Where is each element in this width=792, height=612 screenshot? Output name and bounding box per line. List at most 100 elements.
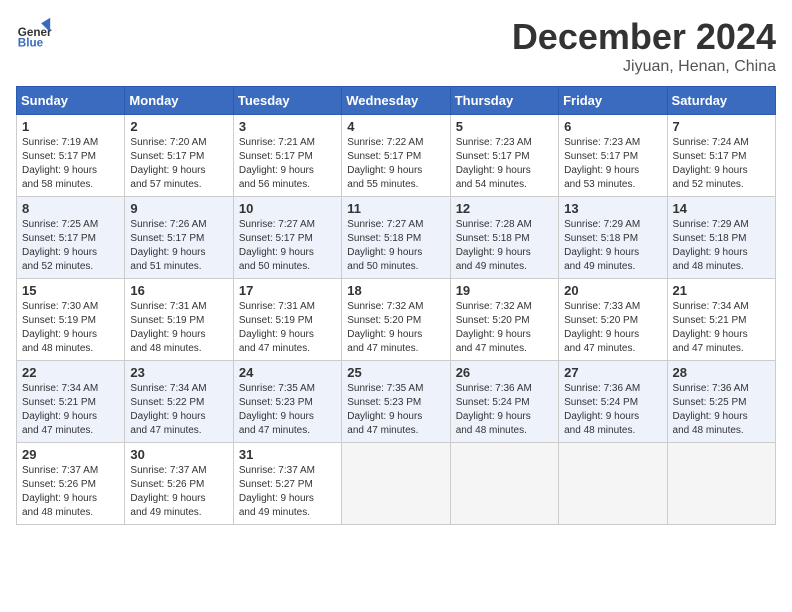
day-info: Sunrise: 7:36 AM Sunset: 5:25 PM Dayligh… bbox=[673, 382, 770, 438]
calendar-week-3: 15Sunrise: 7:30 AM Sunset: 5:19 PM Dayli… bbox=[17, 279, 776, 361]
day-number: 22 bbox=[22, 365, 119, 380]
day-number: 1 bbox=[22, 119, 119, 134]
day-info: Sunrise: 7:27 AM Sunset: 5:18 PM Dayligh… bbox=[347, 218, 444, 274]
calendar-week-5: 29 Sunrise: 7:37 AM Sunset: 5:26 PM Dayli… bbox=[17, 443, 776, 525]
day-number: 18 bbox=[347, 283, 444, 298]
calendar-cell bbox=[667, 443, 775, 525]
day-info: Sunrise: 7:33 AM Sunset: 5:20 PM Dayligh… bbox=[564, 300, 661, 356]
day-info: Sunrise: 7:29 AM Sunset: 5:18 PM Dayligh… bbox=[673, 218, 770, 274]
day-number: 28 bbox=[673, 365, 770, 380]
weekday-header-sunday: Sunday bbox=[17, 87, 125, 115]
day-info: Sunrise: 7:28 AM Sunset: 5:18 PM Dayligh… bbox=[456, 218, 553, 274]
calendar-cell: 12 Sunrise: 7:28 AM Sunset: 5:18 PM Dayli… bbox=[450, 197, 558, 279]
weekday-header-thursday: Thursday bbox=[450, 87, 558, 115]
weekday-header-wednesday: Wednesday bbox=[342, 87, 450, 115]
day-number: 23 bbox=[130, 365, 227, 380]
day-number: 5 bbox=[456, 119, 553, 134]
day-info: Sunrise: 7:23 AM Sunset: 5:17 PM Dayligh… bbox=[564, 136, 661, 192]
calendar-cell bbox=[342, 443, 450, 525]
calendar-cell: 16 Sunrise: 7:31 AM Sunset: 5:19 PM Dayli… bbox=[125, 279, 233, 361]
day-number: 19 bbox=[456, 283, 553, 298]
calendar-cell: 21 Sunrise: 7:34 AM Sunset: 5:21 PM Dayli… bbox=[667, 279, 775, 361]
day-number: 4 bbox=[347, 119, 444, 134]
day-number: 21 bbox=[673, 283, 770, 298]
day-number: 30 bbox=[130, 447, 227, 462]
calendar-cell: 9Sunrise: 7:26 AM Sunset: 5:17 PM Daylig… bbox=[125, 197, 233, 279]
weekday-header-row: SundayMondayTuesdayWednesdayThursdayFrid… bbox=[17, 87, 776, 115]
day-number: 6 bbox=[564, 119, 661, 134]
day-info: Sunrise: 7:25 AM Sunset: 5:17 PM Dayligh… bbox=[22, 218, 119, 274]
location: Jiyuan, Henan, China bbox=[512, 58, 776, 76]
calendar-cell: 23 Sunrise: 7:34 AM Sunset: 5:22 PM Dayli… bbox=[125, 361, 233, 443]
calendar-cell: 1 Sunrise: 7:19 AM Sunset: 5:17 PM Daylig… bbox=[17, 115, 125, 197]
day-info: Sunrise: 7:34 AM Sunset: 5:22 PM Dayligh… bbox=[130, 382, 227, 438]
calendar-cell: 5 Sunrise: 7:23 AM Sunset: 5:17 PM Daylig… bbox=[450, 115, 558, 197]
calendar-cell: 20 Sunrise: 7:33 AM Sunset: 5:20 PM Dayli… bbox=[559, 279, 667, 361]
calendar-cell: 14 Sunrise: 7:29 AM Sunset: 5:18 PM Dayli… bbox=[667, 197, 775, 279]
day-info: Sunrise: 7:29 AM Sunset: 5:18 PM Dayligh… bbox=[564, 218, 661, 274]
day-number: 17 bbox=[239, 283, 336, 298]
day-number: 8 bbox=[22, 201, 119, 216]
calendar-cell: 6 Sunrise: 7:23 AM Sunset: 5:17 PM Daylig… bbox=[559, 115, 667, 197]
calendar-cell: 15Sunrise: 7:30 AM Sunset: 5:19 PM Dayli… bbox=[17, 279, 125, 361]
page-header: General Blue December 2024 Jiyuan, Henan… bbox=[16, 16, 776, 76]
calendar-cell: 25Sunrise: 7:35 AM Sunset: 5:23 PM Dayli… bbox=[342, 361, 450, 443]
day-info: Sunrise: 7:26 AM Sunset: 5:17 PM Dayligh… bbox=[130, 218, 227, 274]
day-info: Sunrise: 7:27 AM Sunset: 5:17 PM Dayligh… bbox=[239, 218, 336, 274]
day-number: 16 bbox=[130, 283, 227, 298]
day-number: 14 bbox=[673, 201, 770, 216]
calendar-cell: 2Sunrise: 7:20 AM Sunset: 5:17 PM Daylig… bbox=[125, 115, 233, 197]
day-number: 24 bbox=[239, 365, 336, 380]
day-info: Sunrise: 7:35 AM Sunset: 5:23 PM Dayligh… bbox=[347, 382, 444, 438]
weekday-header-friday: Friday bbox=[559, 87, 667, 115]
calendar-cell: 26Sunrise: 7:36 AM Sunset: 5:24 PM Dayli… bbox=[450, 361, 558, 443]
logo-icon: General Blue bbox=[16, 16, 52, 52]
day-info: Sunrise: 7:24 AM Sunset: 5:17 PM Dayligh… bbox=[673, 136, 770, 192]
calendar-cell: 31 Sunrise: 7:37 AM Sunset: 5:27 PM Dayli… bbox=[233, 443, 341, 525]
day-info: Sunrise: 7:19 AM Sunset: 5:17 PM Dayligh… bbox=[22, 136, 119, 192]
day-number: 2 bbox=[130, 119, 227, 134]
day-info: Sunrise: 7:23 AM Sunset: 5:17 PM Dayligh… bbox=[456, 136, 553, 192]
calendar-cell: 18 Sunrise: 7:32 AM Sunset: 5:20 PM Dayli… bbox=[342, 279, 450, 361]
calendar-cell: 29Sunrise: 7:37 AM Sunset: 5:26 PM Dayli… bbox=[17, 443, 125, 525]
title-section: December 2024 Jiyuan, Henan, China bbox=[512, 16, 776, 76]
calendar-cell: 19Sunrise: 7:32 AM Sunset: 5:20 PM Dayli… bbox=[450, 279, 558, 361]
day-number: 3 bbox=[239, 119, 336, 134]
calendar-cell: 24 Sunrise: 7:35 AM Sunset: 5:23 PM Dayli… bbox=[233, 361, 341, 443]
day-number: 15 bbox=[22, 283, 119, 298]
calendar-week-2: 8 Sunrise: 7:25 AM Sunset: 5:17 PM Daylig… bbox=[17, 197, 776, 279]
day-info: Sunrise: 7:37 AM Sunset: 5:26 PM Dayligh… bbox=[130, 464, 227, 520]
calendar-cell: 17 Sunrise: 7:31 AM Sunset: 5:19 PM Dayli… bbox=[233, 279, 341, 361]
day-number: 7 bbox=[673, 119, 770, 134]
day-number: 29 bbox=[22, 447, 119, 462]
logo: General Blue bbox=[16, 16, 52, 52]
calendar-cell: 30 Sunrise: 7:37 AM Sunset: 5:26 PM Dayli… bbox=[125, 443, 233, 525]
day-info: Sunrise: 7:32 AM Sunset: 5:20 PM Dayligh… bbox=[347, 300, 444, 356]
day-info: Sunrise: 7:31 AM Sunset: 5:19 PM Dayligh… bbox=[130, 300, 227, 356]
day-info: Sunrise: 7:36 AM Sunset: 5:24 PM Dayligh… bbox=[564, 382, 661, 438]
weekday-header-monday: Monday bbox=[125, 87, 233, 115]
day-info: Sunrise: 7:35 AM Sunset: 5:23 PM Dayligh… bbox=[239, 382, 336, 438]
calendar-week-1: 1 Sunrise: 7:19 AM Sunset: 5:17 PM Daylig… bbox=[17, 115, 776, 197]
day-number: 10 bbox=[239, 201, 336, 216]
calendar-cell bbox=[450, 443, 558, 525]
day-info: Sunrise: 7:31 AM Sunset: 5:19 PM Dayligh… bbox=[239, 300, 336, 356]
day-info: Sunrise: 7:34 AM Sunset: 5:21 PM Dayligh… bbox=[673, 300, 770, 356]
calendar-cell: 22Sunrise: 7:34 AM Sunset: 5:21 PM Dayli… bbox=[17, 361, 125, 443]
day-info: Sunrise: 7:21 AM Sunset: 5:17 PM Dayligh… bbox=[239, 136, 336, 192]
calendar-cell: 11Sunrise: 7:27 AM Sunset: 5:18 PM Dayli… bbox=[342, 197, 450, 279]
day-number: 31 bbox=[239, 447, 336, 462]
calendar-cell bbox=[559, 443, 667, 525]
day-info: Sunrise: 7:37 AM Sunset: 5:27 PM Dayligh… bbox=[239, 464, 336, 520]
calendar-cell: 4Sunrise: 7:22 AM Sunset: 5:17 PM Daylig… bbox=[342, 115, 450, 197]
calendar-cell: 10 Sunrise: 7:27 AM Sunset: 5:17 PM Dayli… bbox=[233, 197, 341, 279]
calendar-cell: 8 Sunrise: 7:25 AM Sunset: 5:17 PM Daylig… bbox=[17, 197, 125, 279]
calendar-cell: 3 Sunrise: 7:21 AM Sunset: 5:17 PM Daylig… bbox=[233, 115, 341, 197]
calendar-table: SundayMondayTuesdayWednesdayThursdayFrid… bbox=[16, 86, 776, 525]
day-number: 12 bbox=[456, 201, 553, 216]
calendar-cell: 27 Sunrise: 7:36 AM Sunset: 5:24 PM Dayli… bbox=[559, 361, 667, 443]
day-number: 13 bbox=[564, 201, 661, 216]
day-number: 20 bbox=[564, 283, 661, 298]
day-number: 27 bbox=[564, 365, 661, 380]
day-info: Sunrise: 7:36 AM Sunset: 5:24 PM Dayligh… bbox=[456, 382, 553, 438]
